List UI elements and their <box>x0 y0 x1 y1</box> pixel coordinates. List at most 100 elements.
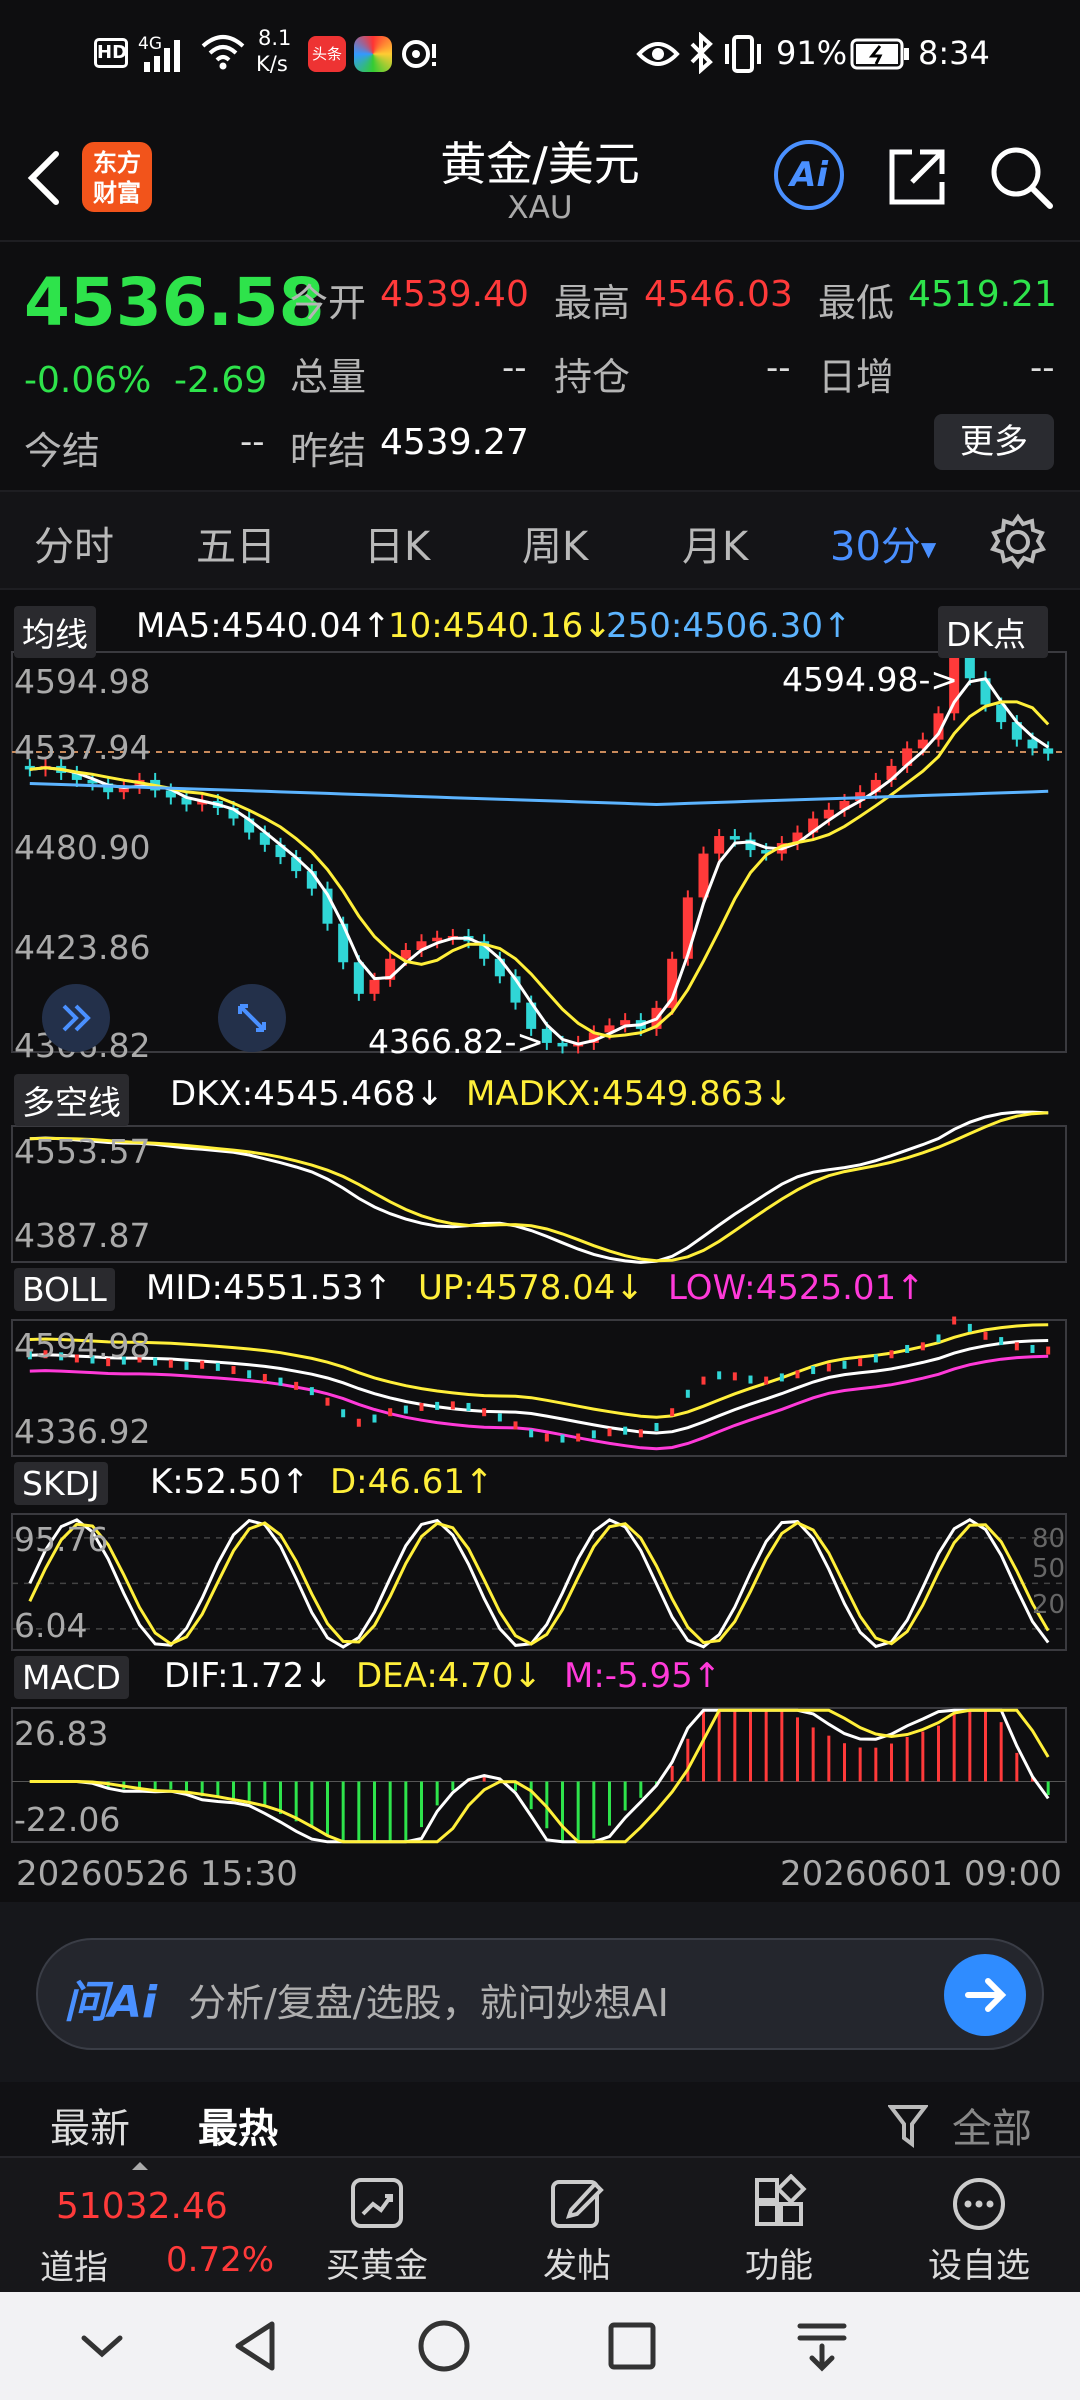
dkx-line <box>29 1110 1049 1264</box>
ai-button[interactable]: Ai <box>774 140 844 210</box>
boll-candle <box>873 1354 878 1363</box>
tab-monthly-k[interactable]: 月K <box>682 514 748 572</box>
candle-body <box>1027 739 1038 749</box>
add-watchlist-button[interactable]: 设自选 <box>914 2168 1044 2288</box>
boll-candle <box>905 1344 910 1353</box>
fullscreen-button[interactable] <box>218 984 286 1052</box>
volume-value: -- <box>502 348 527 388</box>
dk-point-toggle[interactable]: DK点 <box>938 606 1049 658</box>
tab-weekly-k[interactable]: 周K <box>522 514 588 572</box>
madkx-line <box>29 1111 1049 1263</box>
skdj-indicator-selector[interactable]: SKDJ <box>14 1462 108 1505</box>
boll-candle <box>591 1430 596 1439</box>
index-name: 道指 <box>40 2248 108 2288</box>
macd-dea-readout: DEA:4.70↓ <box>356 1656 542 1696</box>
more-button[interactable]: 更多 <box>934 414 1054 470</box>
search-icon[interactable] <box>986 142 1056 212</box>
ai-send-button[interactable] <box>944 1954 1026 2036</box>
time-axis-start: 20260526 15:30 <box>16 1854 298 1894</box>
candle-body <box>369 979 380 994</box>
macd-y-tick-top: 26.83 <box>14 1714 109 1753</box>
boll-candle <box>356 1418 361 1427</box>
app-icon <box>354 36 392 72</box>
collapse-chevron-icon[interactable] <box>72 2322 132 2372</box>
boll-candle <box>419 1402 424 1411</box>
dkx-indicator-selector[interactable]: 多空线 <box>14 1074 129 1126</box>
macd-indicator-selector[interactable]: MACD <box>14 1656 129 1699</box>
prev-settle-label: 昨结 <box>290 429 367 473</box>
ai-query-input[interactable]: 问Ai 分析/复盘/选股，就问妙想AI <box>36 1938 1044 2050</box>
nav-bar: 东方 财富 黄金/美元 XAU Ai <box>0 110 1080 240</box>
open-value: 4539.40 <box>380 274 529 315</box>
boll-candle <box>811 1366 816 1375</box>
ai-assistant-bar: 问Ai 分析/复盘/选股，就问妙想AI <box>0 1902 1080 2082</box>
eye-icon <box>636 42 680 66</box>
boll-candle <box>372 1414 377 1423</box>
chart-area[interactable]: 均线 MA5:4540.04↑ 10:4540.16↓ 250:4506.30↑… <box>0 592 1080 1902</box>
boll-candle <box>403 1405 408 1414</box>
notification-pull-icon[interactable] <box>792 2316 852 2376</box>
dkx-y-tick-bottom: 4387.87 <box>14 1216 151 1255</box>
boll-candle <box>278 1377 283 1386</box>
boll-candle <box>231 1366 236 1375</box>
boll-candle <box>1030 1344 1035 1353</box>
boll-up-line <box>29 1323 1049 1419</box>
boll-candle <box>858 1358 863 1367</box>
bluetooth-icon <box>690 32 713 74</box>
position-label: 持仓 <box>554 355 631 399</box>
settle-value: -- <box>240 422 265 462</box>
post-button[interactable]: 发帖 <box>512 2168 642 2288</box>
filter-icon[interactable] <box>888 2104 928 2148</box>
ma-indicator-selector[interactable]: 均线 <box>14 606 96 658</box>
daily-increase-value: -- <box>1030 348 1055 388</box>
boll-candle <box>607 1428 612 1437</box>
tab-five-day[interactable]: 五日 <box>196 514 276 572</box>
feed-filter-all[interactable]: 全部 <box>952 2096 1032 2154</box>
change-value: -2.69 <box>174 360 268 401</box>
y-tick-4: 4423.86 <box>14 928 151 967</box>
tab-intraday[interactable]: 分时 <box>34 514 114 572</box>
chart-board-icon <box>351 2178 403 2228</box>
feed-tab-latest[interactable]: 最新 <box>50 2096 130 2154</box>
dkx-y-tick-top: 4553.57 <box>14 1132 151 1171</box>
ma5-readout: MA5:4540.04↑ <box>136 606 391 646</box>
change-percent: -0.06% <box>24 360 152 401</box>
boll-indicator-selector[interactable]: BOLL <box>14 1268 115 1311</box>
boll-candle <box>388 1408 393 1417</box>
boll-candle <box>685 1389 690 1398</box>
index-ticker[interactable]: 51032.46 道指 0.72% <box>0 2158 290 2294</box>
recents-square-icon[interactable] <box>606 2320 658 2372</box>
daily-increase-label: 日增 <box>818 355 895 399</box>
boll-candle <box>623 1426 628 1435</box>
boll-y-tick-bottom: 4336.92 <box>14 1412 151 1451</box>
macd-dea-line <box>29 1708 1050 1844</box>
boll-candle <box>1014 1342 1019 1351</box>
tab-30min[interactable]: 30分▼ <box>830 514 936 572</box>
hd-icon: HD <box>94 38 128 68</box>
buy-gold-button[interactable]: 买黄金 <box>312 2168 442 2288</box>
settings-gear-icon[interactable] <box>988 512 1048 572</box>
madkx-readout: MADKX:4549.863↓ <box>466 1074 793 1114</box>
candle-body <box>729 836 740 840</box>
feed-tab-hottest[interactable]: 最热 <box>198 2096 278 2154</box>
status-bar: HD 4G 8.1 K/s 头条 91% 8:34 <box>0 0 1080 110</box>
share-icon[interactable] <box>884 144 950 210</box>
functions-button[interactable]: 功能 <box>714 2168 844 2288</box>
home-circle-icon[interactable] <box>416 2318 472 2374</box>
kline-chart[interactable] <box>0 592 1080 1902</box>
boll-candle <box>670 1408 675 1417</box>
system-nav-bar <box>0 2292 1080 2400</box>
boll-candle <box>576 1433 581 1442</box>
wifi-icon <box>201 35 245 70</box>
post-label: 发帖 <box>543 2246 611 2286</box>
tab-daily-k[interactable]: 日K <box>364 514 430 572</box>
index-change: 0.72% <box>166 2240 275 2280</box>
back-triangle-icon[interactable] <box>228 2318 284 2374</box>
y-tick-2: 4537.94 <box>14 728 151 767</box>
skdj-y-tick-bottom: 6.04 <box>14 1606 88 1645</box>
ai-brand-label: 问Ai <box>64 1977 158 2028</box>
skdj-y-tick-top: 95.76 <box>14 1520 109 1559</box>
candle-body <box>353 962 364 994</box>
functions-label: 功能 <box>745 2246 813 2286</box>
expand-left-button[interactable] <box>42 984 110 1052</box>
